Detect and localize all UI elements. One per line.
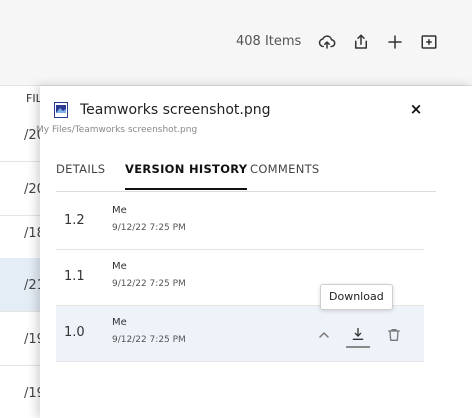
delete-version-button[interactable] bbox=[382, 323, 406, 347]
table-row[interactable]: /19 bbox=[0, 366, 40, 418]
trash-icon bbox=[388, 329, 400, 341]
version-author: Me bbox=[112, 205, 127, 216]
image-file-icon bbox=[54, 102, 68, 118]
download-tooltip: Download bbox=[320, 284, 393, 310]
tab-details[interactable]: DETAILS bbox=[56, 162, 105, 190]
version-author: Me bbox=[112, 317, 127, 328]
version-date: 9/12/22 7:25 PM bbox=[112, 335, 186, 345]
app-window: 408 Items FIL /20 /20 /18 /2 bbox=[0, 0, 472, 418]
version-author: Me bbox=[112, 261, 127, 272]
file-name: Teamworks screenshot.png bbox=[80, 102, 271, 118]
restore-version-button[interactable] bbox=[312, 323, 336, 347]
version-date: 9/12/22 7:25 PM bbox=[112, 223, 186, 233]
version-number: 1.2 bbox=[64, 213, 85, 228]
share-icon[interactable] bbox=[350, 31, 372, 53]
version-row[interactable]: 1.2 Me 9/12/22 7:25 PM bbox=[56, 194, 424, 250]
table-row[interactable]: /19 bbox=[0, 312, 40, 366]
file-list-background: FIL /20 /20 /18 /21 /19 /19 bbox=[0, 86, 40, 418]
table-row[interactable]: /20 bbox=[0, 108, 40, 162]
file-details-panel: Teamworks screenshot.png My Files/Teamwo… bbox=[36, 86, 472, 418]
download-button[interactable] bbox=[346, 322, 370, 348]
tab-bar: DETAILS VERSION HISTORY COMMENTS bbox=[56, 158, 436, 192]
download-icon bbox=[352, 328, 364, 340]
table-row[interactable]: /21 bbox=[0, 258, 40, 312]
table-row[interactable]: /18 bbox=[0, 206, 40, 260]
column-header: FIL bbox=[26, 92, 40, 105]
top-toolbar: 408 Items bbox=[0, 0, 472, 86]
cloud-upload-icon[interactable] bbox=[316, 31, 338, 53]
item-count: 408 Items bbox=[236, 34, 302, 49]
version-number: 1.0 bbox=[64, 325, 85, 340]
version-row-hovered[interactable]: 1.0 Me 9/12/22 7:25 PM bbox=[56, 306, 424, 362]
close-button[interactable]: × bbox=[407, 100, 425, 118]
tab-comments[interactable]: COMMENTS bbox=[250, 162, 320, 190]
tab-version-history[interactable]: VERSION HISTORY bbox=[125, 162, 248, 190]
new-folder-icon[interactable] bbox=[418, 31, 440, 53]
file-path: My Files/Teamworks screenshot.png bbox=[36, 125, 198, 135]
version-number: 1.1 bbox=[64, 269, 85, 284]
plus-icon[interactable] bbox=[384, 31, 406, 53]
chevron-up-icon bbox=[319, 332, 329, 338]
version-date: 9/12/22 7:25 PM bbox=[112, 279, 186, 289]
